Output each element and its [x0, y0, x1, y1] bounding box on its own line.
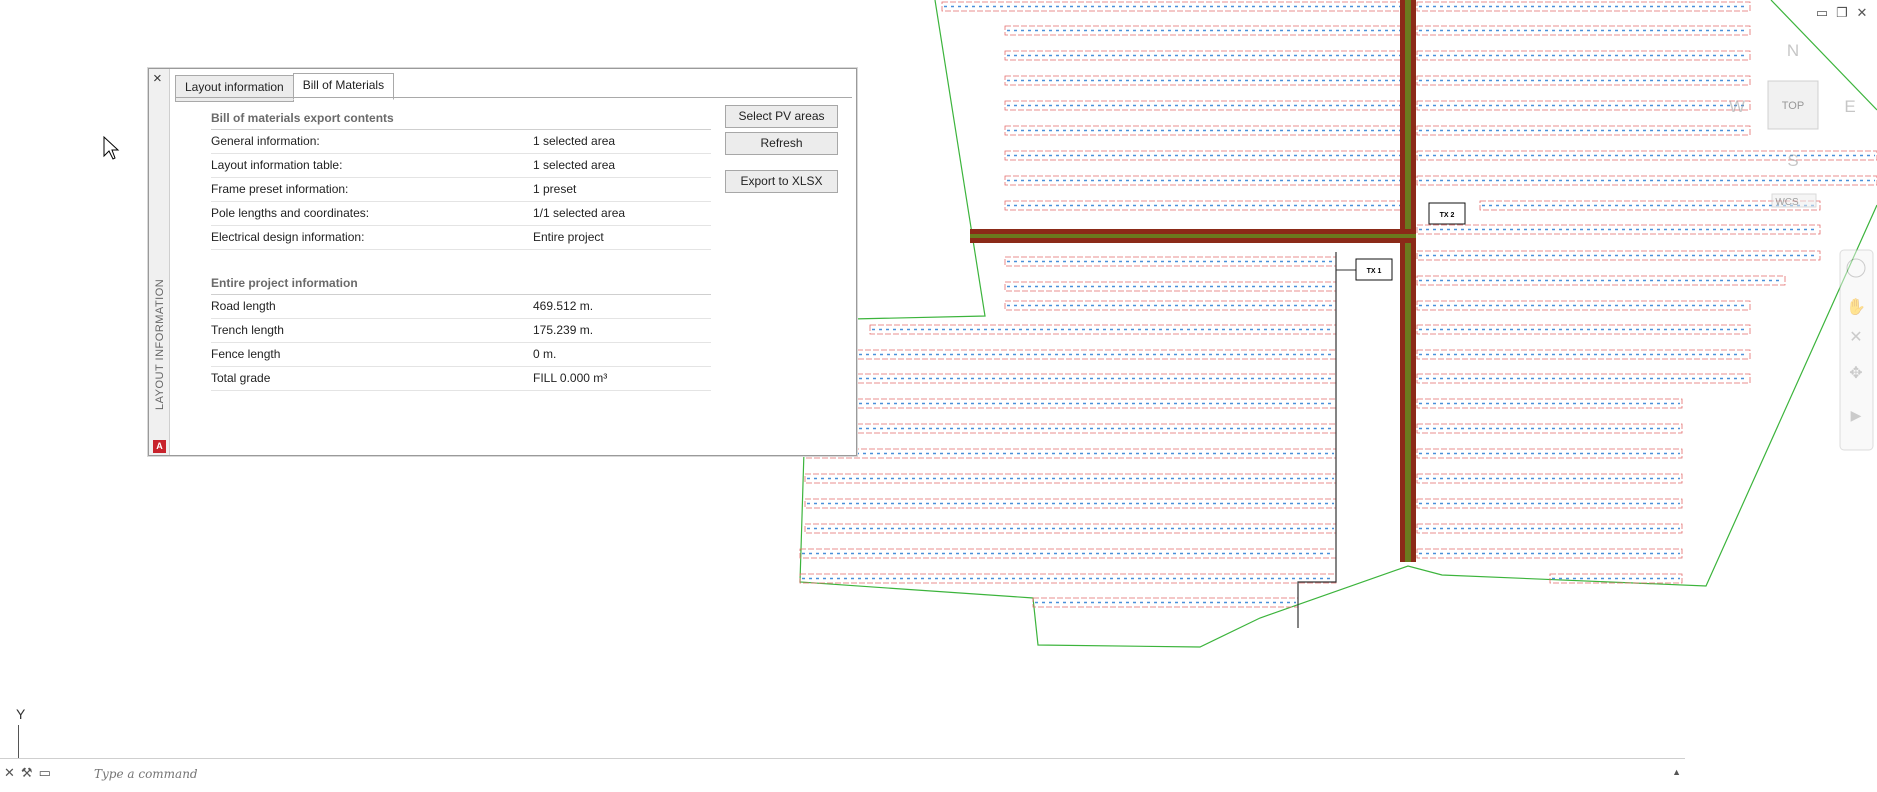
project-information-title: Entire project information: [211, 276, 711, 295]
window-controls: ▭ ❐ ✕: [1815, 6, 1869, 20]
export-to-xlsx-button[interactable]: Export to XLSX: [725, 170, 838, 193]
wcs-label: WCS: [1775, 197, 1799, 208]
export-content-row: Frame preset information: 1 preset: [211, 178, 711, 202]
export-content-row: General information: 1 selected area: [211, 130, 711, 154]
transformer-1-label: TX 1: [1367, 268, 1382, 275]
pv-row: [1416, 175, 1877, 186]
project-info-key: Total grade: [211, 371, 271, 385]
road-horizontal-core: [970, 234, 1416, 238]
navigation-bar[interactable]: ✋ ✕ ✥ ▶: [1839, 249, 1874, 451]
project-info-key: Fence length: [211, 347, 281, 361]
export-contents-title: Bill of materials export contents: [211, 111, 711, 130]
autocad-logo-icon[interactable]: A: [153, 440, 166, 453]
export-content-value: 1 selected area: [533, 134, 616, 148]
project-info-row: Trench length 175.239 m.: [211, 319, 711, 343]
viewcube[interactable]: N TOP W E S WCS: [1729, 41, 1856, 208]
export-content-row: Pole lengths and coordinates: 1/1 selecte…: [211, 202, 711, 226]
export-content-key: Frame preset information:: [211, 182, 349, 196]
refresh-button[interactable]: Refresh: [725, 132, 838, 155]
viewcube-east[interactable]: E: [1844, 97, 1855, 116]
tab-bill-of-materials[interactable]: Bill of Materials: [292, 73, 395, 100]
road-vertical-core: [1405, 0, 1411, 562]
ucs-y-label: Y: [16, 706, 26, 722]
export-content-row: Electrical design information: Entire pro…: [211, 226, 711, 250]
command-input[interactable]: [92, 763, 1666, 785]
mouse-cursor-icon: [103, 135, 120, 160]
pv-row: [941, 1, 1403, 12]
customize-icon[interactable]: ⚒: [21, 765, 33, 781]
export-content-row: Layout information table: 1 selected area: [211, 154, 711, 178]
pan-icon[interactable]: ✋: [1846, 297, 1866, 316]
export-content-key: Electrical design information:: [211, 230, 365, 244]
project-info-value: 469.512 m.: [533, 299, 594, 313]
project-info-row: Fence length 0 m.: [211, 343, 711, 367]
tab-divider: [175, 97, 852, 98]
chevron-up-icon[interactable]: ▲: [1672, 767, 1681, 777]
recent-commands-icon[interactable]: ▭: [39, 765, 51, 781]
layout-information-palette: × LAYOUT INFORMATION A Layout informatio…: [148, 68, 857, 456]
fence-boundary: [799, 0, 1877, 648]
project-info-key: Trench length: [211, 323, 284, 337]
select-pv-areas-button[interactable]: Select PV areas: [725, 105, 838, 128]
project-info-row: Total grade FILL 0.000 m³: [211, 367, 711, 391]
export-content-key: Layout information table:: [211, 158, 343, 172]
minimize-icon[interactable]: ▭: [1815, 6, 1829, 20]
project-info-row: Road length 469.512 m.: [211, 295, 711, 319]
export-content-value: 1 selected area: [533, 158, 616, 172]
viewcube-face-label: TOP: [1782, 100, 1804, 112]
viewcube-north[interactable]: N: [1787, 41, 1799, 60]
pv-row: [1416, 150, 1877, 161]
pv-row: [856, 423, 1337, 434]
export-content-key: General information:: [211, 134, 320, 148]
pv-row: [856, 398, 1337, 409]
pv-row: [856, 373, 1337, 384]
close-icon[interactable]: ✕: [1855, 6, 1869, 20]
palette-sidebar[interactable]: × LAYOUT INFORMATION A: [149, 69, 170, 455]
trench-line: [1297, 252, 1337, 628]
project-information-section: Entire project information Road length 46…: [211, 276, 859, 391]
export-content-key: Pole lengths and coordinates:: [211, 206, 370, 220]
zoom-icon[interactable]: ✕: [1849, 329, 1862, 346]
showmotion-icon[interactable]: ▶: [1851, 407, 1862, 423]
orbit-icon[interactable]: ✥: [1849, 365, 1862, 382]
restore-icon[interactable]: ❐: [1835, 6, 1849, 20]
pv-array: [799, 1, 1877, 608]
export-content-value: 1 preset: [533, 182, 577, 196]
palette-vertical-title: LAYOUT INFORMATION: [154, 278, 166, 410]
viewcube-south[interactable]: S: [1787, 151, 1798, 170]
pv-row: [856, 349, 1337, 360]
project-info-value: 175.239 m.: [533, 323, 594, 337]
viewcube-west[interactable]: W: [1729, 97, 1745, 116]
project-info-key: Road length: [211, 299, 276, 313]
project-info-value: 0 m.: [533, 347, 557, 361]
transformer-2-label: TX 2: [1440, 212, 1455, 219]
export-content-value: 1/1 selected area: [533, 206, 626, 220]
command-line-tools: ✕ ⚒ ▭: [4, 765, 51, 781]
command-line: ✕ ⚒ ▭ ▲: [0, 758, 1685, 789]
close-icon[interactable]: ×: [153, 71, 162, 87]
project-info-value: FILL 0.000 m³: [533, 371, 608, 385]
export-content-value: Entire project: [533, 230, 604, 244]
close-icon[interactable]: ✕: [4, 765, 15, 781]
